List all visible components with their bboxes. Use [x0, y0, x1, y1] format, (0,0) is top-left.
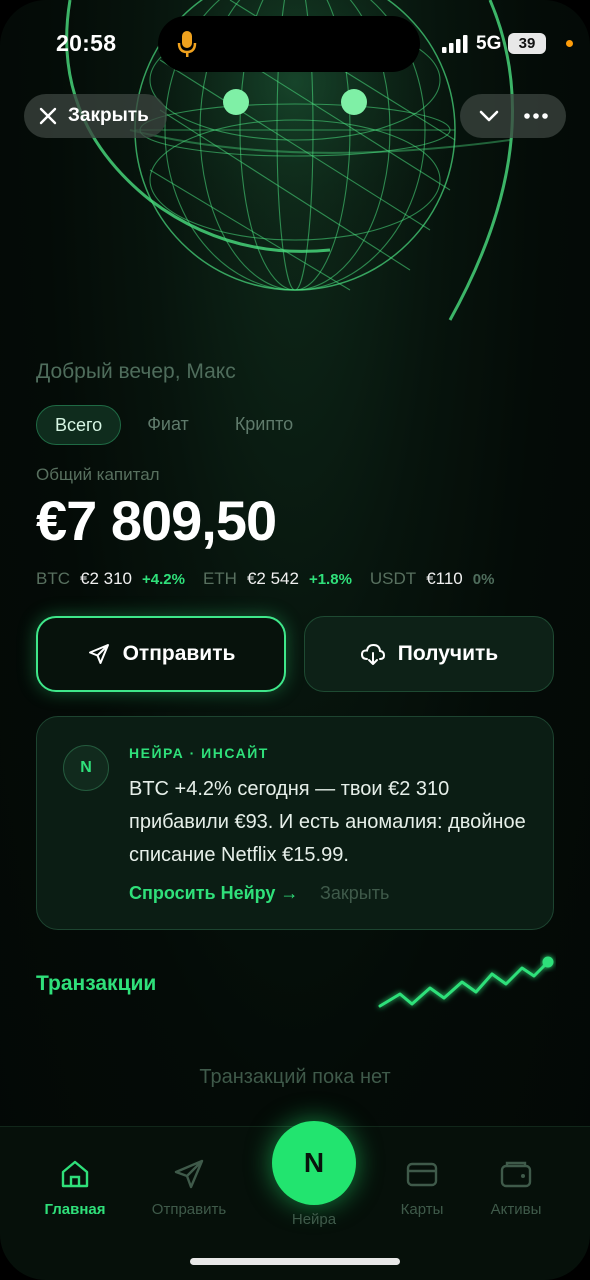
tab-all[interactable]: Всего	[36, 405, 122, 445]
holding-ticker: USDT	[369, 569, 417, 588]
holding-value: €2 542	[246, 569, 299, 588]
holding-change: +4.2%	[142, 570, 185, 588]
holding-ticker: BTC	[36, 569, 70, 588]
battery-icon: 39	[508, 33, 546, 54]
neyra-badge: N	[63, 745, 109, 791]
card-icon	[406, 1162, 438, 1187]
signal-icon	[442, 35, 468, 53]
transactions-empty: Транзакций пока нет	[199, 1066, 391, 1088]
microphone-icon	[177, 31, 197, 57]
tab-crypto[interactable]: Крипто	[217, 405, 311, 445]
status-bar: 20:58 5G 39	[0, 0, 590, 90]
greeting: Добрый вечер, Макс	[36, 360, 236, 383]
neyra-button[interactable]: N	[272, 1121, 356, 1205]
receive-button[interactable]: Получить	[304, 616, 554, 692]
nav-home-label: Главная	[44, 1201, 106, 1218]
home-icon	[61, 1160, 89, 1188]
nav-send-label: Отправить	[151, 1201, 227, 1218]
home-indicator[interactable]	[190, 1258, 400, 1265]
more-icon[interactable]	[522, 103, 550, 129]
balance-tabs: Всего Фиат Крипто	[36, 405, 311, 445]
cloud-download-icon	[360, 643, 385, 665]
send-button[interactable]: Отправить	[36, 616, 286, 692]
holdings-row: BTC €2 310 +4.2% ETH €2 542 +1.8% USDT €…	[36, 569, 512, 589]
nav-assets[interactable]: Активы	[461, 1157, 571, 1218]
nav-send[interactable]: Отправить	[134, 1157, 244, 1218]
receive-label: Получить	[397, 642, 499, 665]
close-label: Закрыть	[68, 105, 149, 126]
nav-assets-label: Активы	[490, 1201, 542, 1218]
holding-change: +1.8%	[308, 570, 352, 588]
close-button[interactable]: Закрыть	[24, 94, 167, 138]
holding-value: €110	[426, 569, 463, 588]
transactions-title: Транзакции	[36, 972, 157, 995]
holding-value: €2 310	[80, 569, 132, 588]
send-icon	[174, 1159, 204, 1189]
nav-cards-label: Карты	[400, 1201, 444, 1218]
sparkline-decoration	[378, 956, 554, 1008]
capital-label: Общий капитал	[36, 465, 160, 484]
holding-change: 0%	[472, 570, 495, 588]
capital-value: €7 809,50	[36, 489, 277, 552]
menu-pill	[460, 94, 566, 138]
insight-tag: НЕЙРА · ИНСАЙТ	[129, 745, 269, 761]
app-screen: 20:58 5G 39 Закрыть Добрый вечер, Макс В…	[0, 0, 590, 1280]
status-time: 20:58	[56, 30, 117, 56]
insight-card: N НЕЙРА · ИНСАЙТ BTC +4.2% сегодня — тво…	[36, 716, 554, 930]
network-type: 5G	[476, 33, 502, 54]
insight-text: BTC +4.2% сегодня — твои €2 310 прибавил…	[129, 778, 526, 866]
nav-home[interactable]: Главная	[20, 1157, 130, 1218]
send-label: Отправить	[122, 642, 236, 665]
privacy-indicator	[566, 40, 573, 47]
chevron-down-icon[interactable]	[476, 103, 502, 129]
wallet-icon	[500, 1161, 532, 1188]
close-icon	[39, 107, 57, 125]
neyra-label: Нейра	[291, 1211, 337, 1228]
ask-neyra-link[interactable]: Спросить Нейру →	[129, 883, 298, 904]
send-icon	[88, 644, 109, 664]
insight-close-link[interactable]: Закрыть	[320, 883, 389, 904]
holding-ticker: ETH	[202, 569, 237, 588]
tab-fiat[interactable]: Фиат	[129, 405, 207, 445]
